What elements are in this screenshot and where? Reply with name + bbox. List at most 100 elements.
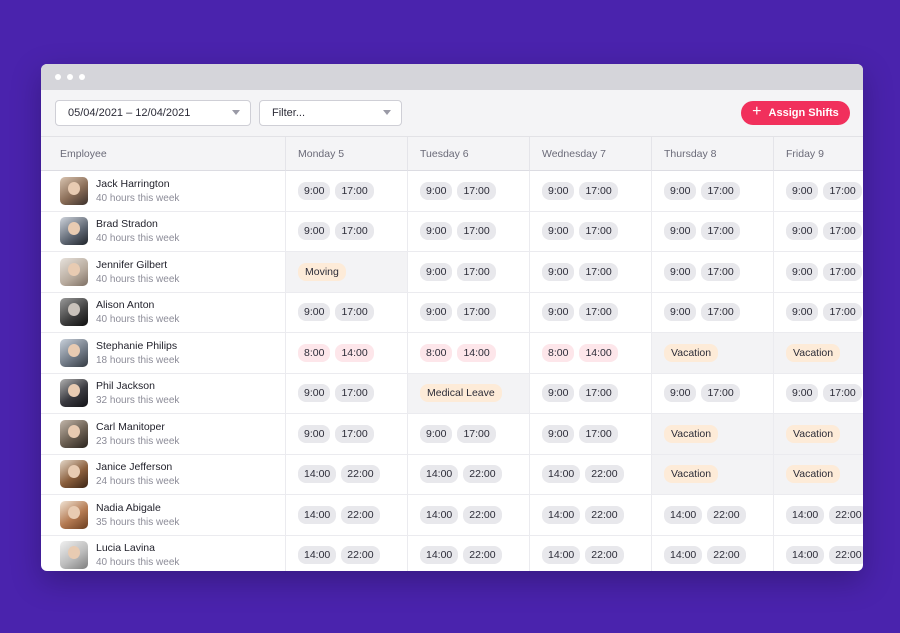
shift-cell[interactable]: 9:00 17:00	[774, 293, 863, 333]
shift-cell[interactable]: 9:00 17:00	[530, 211, 652, 252]
employee-cell[interactable]: Alison Anton 40 hours this week	[41, 292, 286, 333]
shift-cell[interactable]: Vacation	[652, 454, 774, 495]
shift-cell[interactable]: Medical Leave	[408, 373, 530, 414]
shift-start-pill: 14:00	[786, 505, 825, 524]
shift-cell[interactable]: 9:00 17:00	[408, 171, 530, 212]
column-header-day[interactable]: Thursday 8	[652, 137, 774, 171]
filter-select[interactable]: Filter...	[259, 100, 402, 126]
employee-info: Brad Stradon 40 hours this week	[96, 218, 179, 244]
employee-cell[interactable]: Lucia Lavina 40 hours this week	[41, 535, 286, 571]
shift-cell[interactable]: 9:00 17:00	[286, 211, 408, 252]
shift-cell[interactable]: 9:00 17:00	[286, 171, 408, 212]
window-dot-icon	[55, 74, 61, 80]
shift-cell[interactable]: 8:00 14:00	[408, 333, 530, 374]
shift-cell[interactable]: 9:00 17:00	[774, 212, 863, 252]
shift-start-pill: 9:00	[542, 384, 575, 403]
shift-start-pill: 14:00	[420, 546, 459, 565]
shift-cell[interactable]: 9:00 17:00	[286, 292, 408, 333]
shift-end-pill: 17:00	[457, 262, 496, 281]
shift-cell[interactable]: 9:00 17:00	[652, 373, 774, 414]
shift-cell[interactable]: 14:00 22:00	[774, 536, 863, 572]
shift-cell[interactable]: 9:00 17:00	[530, 292, 652, 333]
column-header-day[interactable]: Tuesday 6	[408, 137, 530, 171]
shift-cell[interactable]: 9:00 17:00	[774, 374, 863, 414]
date-range-select[interactable]: 05/04/2021 – 12/04/2021	[55, 100, 251, 126]
shift-end-pill: 17:00	[823, 262, 862, 281]
shift-start-pill: 14:00	[664, 505, 703, 524]
employee-cell[interactable]: Nadia Abigale 35 hours this week	[41, 495, 286, 536]
shift-cell[interactable]: 9:00 17:00	[530, 373, 652, 414]
shift-cell[interactable]: 9:00 17:00	[530, 414, 652, 455]
shift-start-pill: 9:00	[420, 181, 453, 200]
shift-cell[interactable]: 9:00 17:00	[652, 211, 774, 252]
avatar	[60, 217, 88, 246]
shift-cell[interactable]: 9:00 17:00	[652, 171, 774, 212]
shift-cell[interactable]: 8:00 14:00	[530, 333, 652, 374]
employee-cell[interactable]: Jennifer Gilbert 40 hours this week	[41, 252, 286, 293]
leave-badge: Vacation	[664, 465, 719, 484]
shift-start-pill: 9:00	[542, 181, 575, 200]
employee-cell[interactable]: Janice Jefferson 24 hours this week	[41, 454, 286, 495]
shift-cell[interactable]: 14:00 22:00	[286, 495, 408, 536]
shift-cell[interactable]: 9:00 17:00	[652, 252, 774, 293]
column-header-day[interactable]: Wednesday 7	[530, 137, 652, 171]
shift-cell[interactable]: 14:00 22:00	[408, 454, 530, 495]
avatar	[60, 460, 88, 489]
shift-cell[interactable]: 9:00 17:00	[774, 252, 863, 293]
shift-cell[interactable]: 9:00 17:00	[774, 171, 863, 212]
shift-cell[interactable]: 8:00 14:00	[286, 333, 408, 374]
column-header-day[interactable]: Friday 9	[774, 137, 863, 171]
shift-cell[interactable]: 14:00 22:00	[530, 535, 652, 571]
shift-end-pill: 22:00	[707, 505, 746, 524]
shift-cell[interactable]: 9:00 17:00	[408, 292, 530, 333]
shift-cell[interactable]: 14:00 22:00	[530, 495, 652, 536]
leave-badge: Moving	[298, 262, 346, 281]
employee-cell[interactable]: Phil Jackson 32 hours this week	[41, 373, 286, 414]
shift-cell[interactable]: 9:00 17:00	[408, 252, 530, 293]
shift-end-pill: 22:00	[585, 465, 624, 484]
shift-cell[interactable]: Vacation	[774, 414, 863, 455]
employee-cell[interactable]: Jack Harrington 40 hours this week	[41, 171, 286, 212]
shift-end-pill: 22:00	[585, 546, 624, 565]
shift-cell[interactable]: 9:00 17:00	[530, 252, 652, 293]
shift-cell[interactable]: Vacation	[774, 454, 863, 495]
shift-start-pill: 9:00	[786, 262, 819, 281]
shift-start-pill: 14:00	[542, 505, 581, 524]
date-range-value: 05/04/2021 – 12/04/2021	[68, 107, 191, 119]
shift-cell[interactable]: Vacation	[652, 414, 774, 455]
shift-cell[interactable]: 9:00 17:00	[408, 211, 530, 252]
shift-cell[interactable]: 14:00 22:00	[530, 454, 652, 495]
shift-cell[interactable]: Vacation	[652, 333, 774, 374]
employee-cell[interactable]: Stephanie Philips 18 hours this week	[41, 333, 286, 374]
shift-cell[interactable]: 14:00 22:00	[286, 535, 408, 571]
avatar	[60, 298, 88, 327]
column-header-day[interactable]: Monday 5	[286, 137, 408, 171]
employee-info: Nadia Abigale 35 hours this week	[96, 502, 179, 528]
assign-shifts-button[interactable]: + Assign Shifts	[741, 101, 850, 125]
employee-hours: 40 hours this week	[96, 557, 180, 569]
shift-cell[interactable]: 9:00 17:00	[530, 171, 652, 212]
shift-cell[interactable]: 14:00 22:00	[652, 535, 774, 571]
shift-cell[interactable]: 9:00 17:00	[408, 414, 530, 455]
shift-end-pill: 17:00	[579, 262, 618, 281]
shift-cell[interactable]: 14:00 22:00	[774, 495, 863, 536]
shift-cell[interactable]: 9:00 17:00	[652, 292, 774, 333]
shift-start-pill: 9:00	[664, 303, 697, 322]
employee-cell[interactable]: Brad Stradon 40 hours this week	[41, 211, 286, 252]
shift-start-pill: 14:00	[786, 546, 825, 565]
assign-shifts-label: Assign Shifts	[768, 107, 839, 119]
shift-cell[interactable]: Moving	[286, 252, 408, 293]
employee-cell[interactable]: Carl Manitoper 23 hours this week	[41, 414, 286, 455]
window-dot-icon	[67, 74, 73, 80]
employee-hours: 40 hours this week	[96, 314, 180, 326]
shift-start-pill: 14:00	[298, 505, 337, 524]
shift-start-pill: 8:00	[298, 343, 331, 362]
shift-end-pill: 17:00	[457, 181, 496, 200]
shift-cell[interactable]: 9:00 17:00	[286, 373, 408, 414]
shift-cell[interactable]: 14:00 22:00	[408, 535, 530, 571]
shift-cell[interactable]: 14:00 22:00	[408, 495, 530, 536]
shift-cell[interactable]: Vacation	[774, 333, 863, 374]
shift-cell[interactable]: 14:00 22:00	[286, 454, 408, 495]
shift-cell[interactable]: 9:00 17:00	[286, 414, 408, 455]
shift-cell[interactable]: 14:00 22:00	[652, 495, 774, 536]
